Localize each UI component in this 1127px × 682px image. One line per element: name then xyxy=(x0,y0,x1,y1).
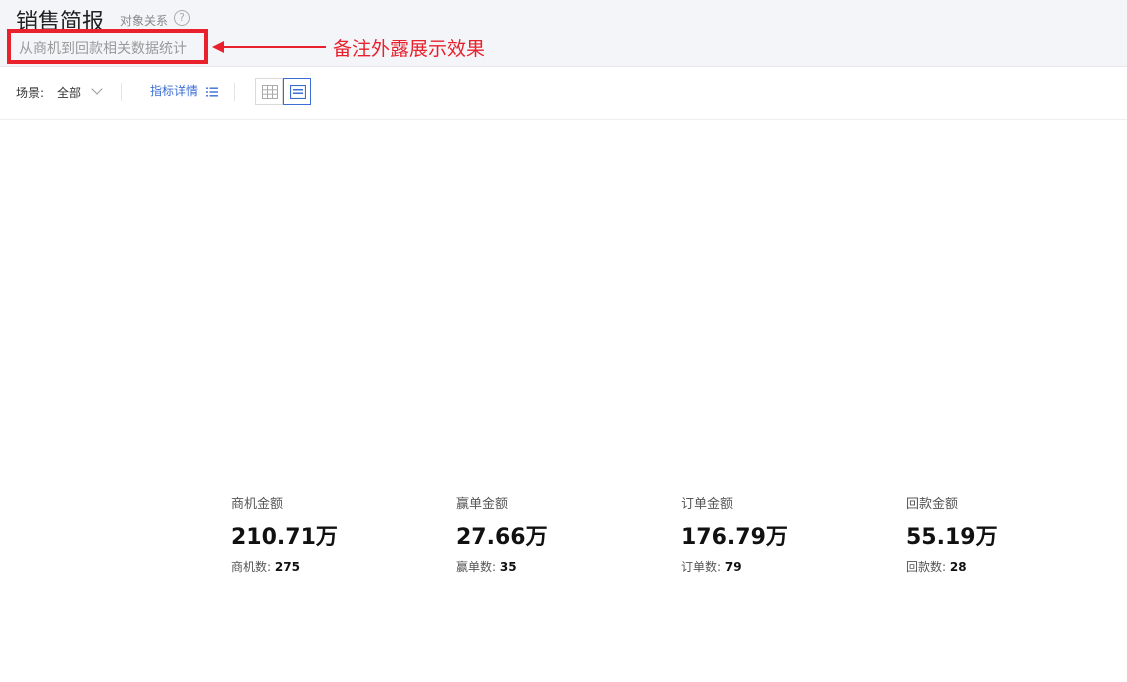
stat-count: 商机数: 275 xyxy=(231,558,431,575)
stat-card-payment: 回款金额 55.19万 回款数: 28 xyxy=(906,493,1106,575)
stat-count: 赢单数: 35 xyxy=(456,558,656,575)
stat-label: 商机金额 xyxy=(231,497,284,512)
stat-count-value: 28 xyxy=(949,560,967,574)
stat-label: 回款金额 xyxy=(906,497,959,512)
scene-select[interactable]: 全部 xyxy=(57,84,81,101)
stat-count: 回款数: 28 xyxy=(906,558,1106,575)
stat-value: 55.19万 xyxy=(906,525,998,550)
help-icon[interactable]: ? xyxy=(174,10,190,26)
page-note: 从商机到回款相关数据统计 xyxy=(19,41,187,57)
stat-label: 订单金额 xyxy=(681,497,734,512)
stat-value: 176.79万 xyxy=(681,525,788,550)
stat-value: 210.71万 xyxy=(231,525,338,550)
stat-count-label: 商机数: xyxy=(231,560,272,574)
filter-toolbar: 场景: 全部 指标详情 xyxy=(0,67,1127,120)
stat-card-won: 赢单金额 27.66万 赢单数: 35 xyxy=(456,493,656,575)
card-view-button[interactable] xyxy=(283,78,311,105)
stat-count-label: 回款数: xyxy=(906,560,947,574)
stat-card-order: 订单金额 176.79万 订单数: 79 xyxy=(681,493,881,575)
page-header: 销售简报 对象关系 ? 从商机到回款相关数据统计 备注外露展示效果 xyxy=(0,0,1127,67)
note-highlight-box: 从商机到回款相关数据统计 xyxy=(7,29,208,64)
annotation-arrow-line xyxy=(214,46,326,48)
table-view-icon xyxy=(262,85,278,99)
chevron-down-icon[interactable] xyxy=(91,83,103,95)
toolbar-divider xyxy=(121,83,122,101)
stat-count: 订单数: 79 xyxy=(681,558,881,575)
annotation-text: 备注外露展示效果 xyxy=(333,38,486,60)
stat-count-value: 79 xyxy=(724,560,742,574)
table-view-button[interactable] xyxy=(255,78,283,105)
toolbar-divider xyxy=(234,83,235,101)
card-view-icon xyxy=(290,85,306,99)
stat-value: 27.66万 xyxy=(456,525,548,550)
stat-count-label: 订单数: xyxy=(681,560,722,574)
list-icon xyxy=(205,87,218,96)
scene-label: 场景: xyxy=(16,86,45,100)
stat-count-value: 35 xyxy=(499,560,517,574)
stat-count-value: 275 xyxy=(274,560,300,574)
stat-card-opportunity: 商机金额 210.71万 商机数: 275 xyxy=(231,493,431,575)
metric-detail-label: 指标详情 xyxy=(150,84,199,98)
stat-label: 赢单金额 xyxy=(456,497,509,512)
stat-count-label: 赢单数: xyxy=(456,560,497,574)
metric-detail-link[interactable]: 指标详情 xyxy=(150,82,218,99)
object-relation-link[interactable]: 对象关系 xyxy=(120,12,168,29)
